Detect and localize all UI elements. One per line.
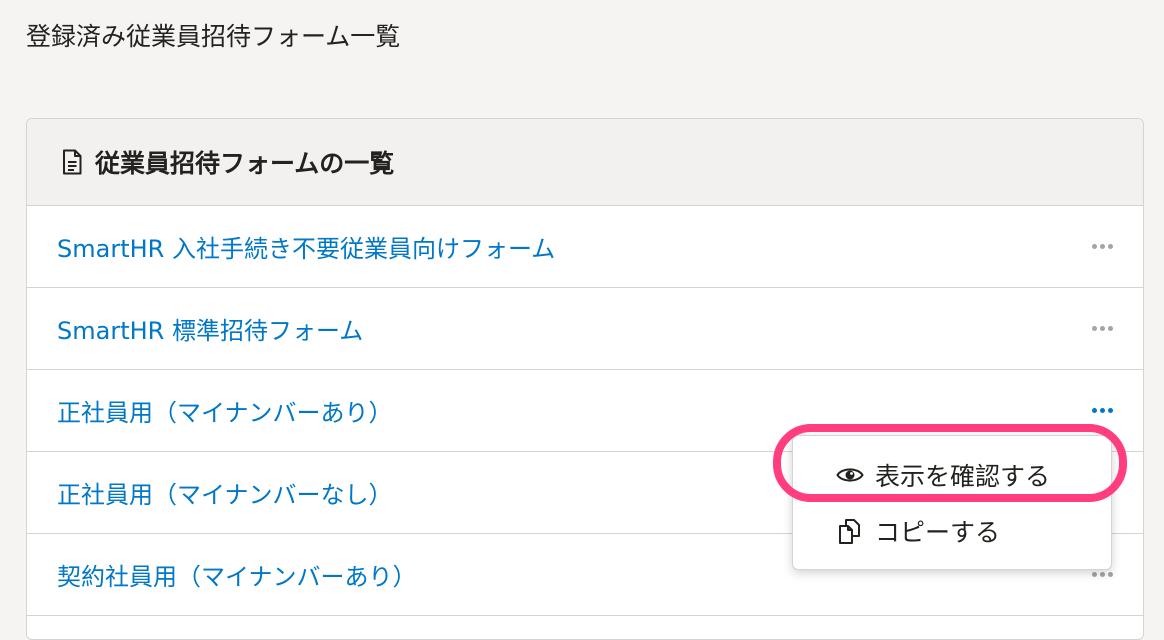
form-link[interactable]: SmartHR 入社手続き不要従業員向けフォーム — [57, 229, 555, 264]
more-options-icon[interactable] — [1092, 320, 1113, 337]
more-options-icon[interactable] — [1092, 402, 1113, 419]
form-link[interactable]: SmartHR 標準招待フォーム — [57, 311, 363, 346]
view-menu-label: 表示を確認する — [875, 462, 1051, 491]
page-title: 登録済み従業員招待フォーム一覧 — [26, 22, 401, 51]
copy-menu-label: コピーする — [875, 518, 1001, 547]
view-menu-item[interactable]: 表示を確認する — [793, 447, 1111, 503]
panel-title: 従業員招待フォームの一覧 — [95, 149, 395, 178]
form-link[interactable]: 契約社員用（マイナンバーあり） — [57, 557, 417, 592]
copy-menu-item[interactable]: コピーする — [793, 503, 1111, 559]
form-link[interactable]: 正社員用（マイナンバーあり） — [57, 393, 393, 428]
document-icon — [61, 149, 83, 175]
eye-icon — [835, 461, 865, 489]
list-item: SmartHR 標準招待フォーム — [27, 288, 1143, 370]
more-options-icon[interactable] — [1092, 238, 1113, 255]
options-dropdown: 表示を確認する コピーする — [792, 435, 1112, 570]
panel-header: 従業員招待フォームの一覧 — [27, 119, 1143, 206]
list-item: SmartHR 入社手続き不要従業員向けフォーム — [27, 206, 1143, 288]
copy-icon — [835, 517, 865, 545]
form-link[interactable]: 正社員用（マイナンバーなし） — [57, 475, 393, 510]
